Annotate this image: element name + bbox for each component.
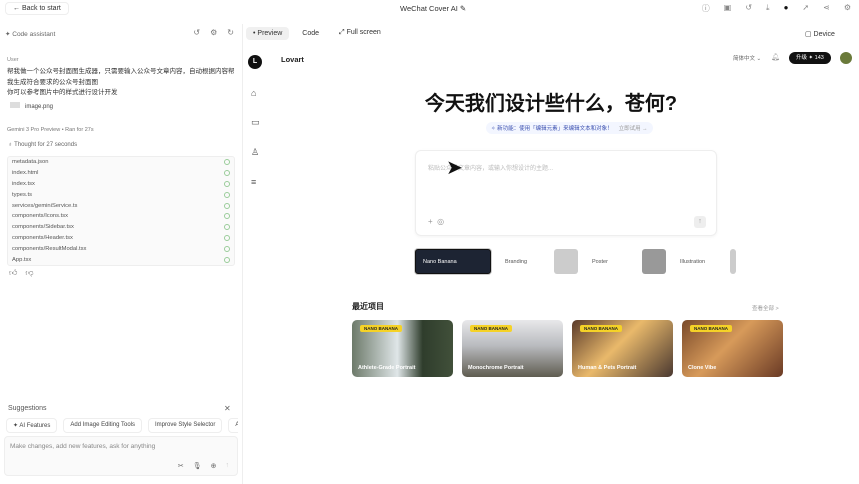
file-item[interactable]: index.html	[8, 168, 234, 179]
tab-preview[interactable]: • Preview	[246, 26, 290, 40]
check-icon	[224, 202, 230, 209]
style-thumbnail	[554, 249, 578, 274]
send-button[interactable]: ↑	[694, 216, 706, 228]
info-icon[interactable]: ⓘ	[702, 3, 710, 14]
view-all-link[interactable]: 查看全部 >	[752, 304, 779, 312]
mouse-cursor-icon: ➤	[446, 157, 463, 179]
suggestion-chip[interactable]: ✦ AI Features	[6, 418, 58, 433]
file-list: metadata.json index.html index.tsx types…	[7, 156, 235, 266]
project-card[interactable]: NANO BANANA Clone Vibe	[682, 320, 783, 377]
project-card[interactable]: NANO BANANA Monochrome Portrait	[462, 320, 563, 377]
user-icon[interactable]: ♙	[251, 147, 260, 158]
style-branding[interactable]: Branding	[495, 249, 550, 274]
user-message: 帮我做一个公众号封面图生成器，只需要输入公众号文章内容，自动根据内容帮我生成符合…	[7, 68, 235, 96]
panel-header: ✦ Code assistant	[5, 31, 56, 38]
check-icon	[224, 159, 230, 166]
gear-icon[interactable]: ⚙	[210, 28, 217, 37]
style-selector: Nano Banana Branding Poster Illustration	[415, 249, 736, 274]
user-label: User	[7, 57, 19, 63]
image-icon	[10, 102, 20, 108]
deploy-icon[interactable]: ➚	[802, 3, 809, 14]
brand-name: Lovart	[281, 55, 304, 64]
thumbs-up-icon[interactable]: 👍︎	[9, 268, 17, 278]
suggestion-chip[interactable]: Add Image Editing Tools	[63, 418, 142, 433]
top-bar: ← Back to start WeChat Cover AI ✎ ⓘ ▣ ↺ ⤓ ● ➚…	[0, 0, 859, 18]
project-card[interactable]: NANO BANANA Human & Pets Portrait	[572, 320, 673, 377]
style-poster[interactable]: Poster	[582, 249, 638, 274]
add-icon[interactable]: ⊕	[211, 462, 217, 470]
project-title[interactable]: WeChat Cover AI ✎	[400, 4, 466, 13]
history-icon[interactable]: ↺	[745, 3, 752, 14]
thumbs-down-icon[interactable]: 👎︎	[25, 268, 33, 278]
file-item[interactable]: index.tsx	[8, 179, 234, 190]
folder-icon[interactable]: ▭	[251, 117, 260, 128]
style-nano-banana[interactable]: Nano Banana	[415, 249, 491, 274]
check-icon	[224, 213, 230, 220]
check-icon	[224, 234, 230, 241]
thought-toggle[interactable]: ♁ Thought for 27 seconds	[8, 142, 77, 148]
page-title: 今天我们设计些什么，苍何?	[424, 93, 678, 115]
check-icon	[224, 224, 230, 231]
menu-icon[interactable]: ≡	[251, 177, 260, 187]
tab-code[interactable]: Code	[295, 27, 326, 40]
check-icon	[224, 256, 230, 263]
send-icon[interactable]: ↑	[226, 462, 230, 470]
file-item[interactable]: components/Header.tsx	[8, 233, 234, 244]
attachment[interactable]: image.png	[10, 102, 53, 110]
file-item[interactable]: metadata.json	[8, 157, 234, 168]
settings-icon[interactable]: ⚙	[844, 3, 851, 14]
project-cards: NANO BANANA Athlete-Grade Portrait NANO B…	[352, 320, 783, 377]
magic-icon[interactable]: ✂	[178, 462, 184, 470]
model-meta: Gemini 3 Pro Preview • Ran for 27s	[7, 127, 94, 133]
download-icon[interactable]: ⤓	[766, 3, 770, 14]
back-to-start-button[interactable]: ← Back to start	[5, 2, 69, 15]
check-icon	[224, 170, 230, 177]
preview-tabs: • Preview Code ⤢ Full screen	[246, 26, 388, 40]
mic-icon[interactable]: 🎙︎	[193, 462, 202, 470]
refresh-icon[interactable]: ↻	[227, 28, 234, 37]
history-icon[interactable]: ↺	[193, 28, 200, 37]
file-item[interactable]: components/Icons.tsx	[8, 211, 234, 222]
style-thumbnail	[730, 249, 736, 274]
file-item[interactable]: types.ts	[8, 189, 234, 200]
avatar[interactable]	[840, 52, 852, 64]
share-icon[interactable]: ⋖	[823, 3, 830, 14]
file-item[interactable]: components/ResultModal.tsx	[8, 243, 234, 254]
github-icon[interactable]: ●	[784, 3, 789, 14]
recent-projects-title: 最近项目	[352, 302, 384, 311]
device-button[interactable]: ▢ Device	[805, 30, 835, 38]
upgrade-button[interactable]: 升级 ✦ 143	[789, 52, 831, 64]
bell-icon[interactable]: 🔔︎	[771, 53, 780, 61]
check-icon	[224, 245, 230, 252]
suggestion-chips: ✦ AI Features Add Image Editing Tools Im…	[6, 418, 238, 433]
suggestions-label: Suggestions	[8, 405, 47, 412]
code-assistant-panel: ✦ Code assistant ↺ ⚙ ↻ User 帮我做一个公众号封面图生成器…	[0, 24, 243, 484]
tab-full-screen[interactable]: ⤢ Full screen	[332, 26, 388, 40]
chat-input[interactable]: Make changes, add new features, ask for …	[4, 436, 238, 476]
style-thumbnail	[642, 249, 666, 274]
check-icon	[224, 191, 230, 198]
feature-banner[interactable]: ✧ 新功能：使用「编辑元素」来编辑文本和对象！ 立即试用 →	[486, 122, 653, 134]
project-card[interactable]: NANO BANANA Athlete-Grade Portrait	[352, 320, 453, 377]
language-select[interactable]: 简体中文 ⌄	[733, 54, 761, 62]
file-item[interactable]: App.tsx	[8, 254, 234, 265]
plus-icon[interactable]: + ◎	[428, 217, 444, 226]
suggestion-chip[interactable]: Add	[228, 418, 238, 433]
app-preview: L Lovart ⌂ ▭ ♙ ≡ 简体中文 ⌄ 🔔︎ 升级 ✦ 143 今天我们设计些…	[243, 46, 859, 484]
logo: L	[248, 55, 262, 69]
close-icon[interactable]: ✕	[224, 404, 231, 413]
suggestion-chip[interactable]: Improve Style Selector	[148, 418, 223, 433]
file-item[interactable]: services/geminiService.ts	[8, 200, 234, 211]
check-icon	[224, 180, 230, 187]
file-item[interactable]: components/Sidebar.tsx	[8, 222, 234, 233]
save-icon[interactable]: ▣	[724, 3, 732, 14]
style-illustration[interactable]: Illustration	[670, 249, 726, 274]
